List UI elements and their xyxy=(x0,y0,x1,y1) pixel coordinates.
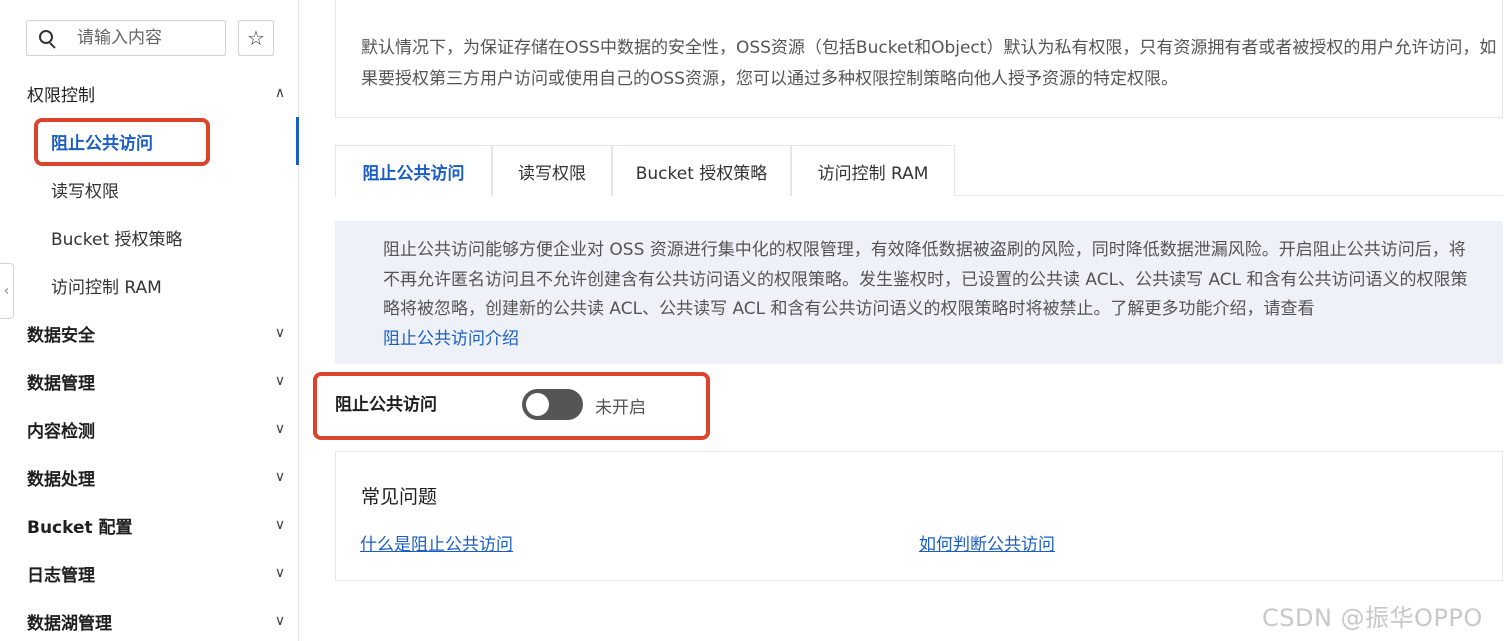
faq-link-what-is-block-public-access[interactable]: 什么是阻止公共访问 xyxy=(360,530,513,555)
chevron-down-icon: ∨ xyxy=(274,565,286,581)
chevron-left-icon: ‹ xyxy=(3,283,10,299)
tab-label: 访问控制 RAM xyxy=(817,163,929,184)
faq-link-how-to-judge-public-access[interactable]: 如何判断公共访问 xyxy=(919,530,1055,555)
tab-read-write-permission[interactable]: 读写权限 xyxy=(492,145,612,196)
nav-group-log-management[interactable]: 日志管理 ∨ xyxy=(27,553,287,593)
chevron-down-icon: ∨ xyxy=(274,373,286,389)
nav-group-data-management[interactable]: 数据管理 ∨ xyxy=(27,361,287,401)
nav-group-data-lake[interactable]: 数据湖管理 ∨ xyxy=(27,601,287,641)
nav-group-data-security[interactable]: 数据安全 ∨ xyxy=(27,313,287,353)
search-box[interactable] xyxy=(26,20,226,56)
main-content: 默认情况下，为保证存储在OSS中数据的安全性，OSS资源（包括Bucket和Ob… xyxy=(299,0,1508,641)
chevron-down-icon: ∨ xyxy=(274,517,286,533)
intro-text: 默认情况下，为保证存储在OSS中数据的安全性，OSS资源（包括Bucket和Ob… xyxy=(361,38,1497,89)
nav-group-label: 数据安全 xyxy=(27,325,95,346)
chevron-up-icon: ∧ xyxy=(274,85,286,101)
sidebar-item-block-public-access[interactable]: 阻止公共访问 xyxy=(51,121,153,161)
switch-state-text: 未开启 xyxy=(595,398,646,418)
nav-group-permission-control[interactable]: 权限控制 ∧ xyxy=(27,73,287,113)
sidebar-item-read-write-permission[interactable]: 读写权限 xyxy=(51,169,119,209)
info-text: 阻止公共访问能够方便企业对 OSS 资源进行集中化的权限管理，有效降低数据被盗刷… xyxy=(383,240,1468,319)
nav-group-label: 数据处理 xyxy=(27,469,95,490)
tab-label: 读写权限 xyxy=(518,163,586,184)
favorite-button[interactable]: ☆ xyxy=(238,20,274,56)
nav-group-label: 数据管理 xyxy=(27,373,95,394)
tab-block-public-access[interactable]: 阻止公共访问 xyxy=(335,145,492,197)
watermark: CSDN @振华OPPO xyxy=(1262,604,1483,632)
faq-card: 常见问题 什么是阻止公共访问 如何判断公共访问 xyxy=(335,451,1503,581)
sidebar-item-label: Bucket 授权策略 xyxy=(51,229,183,250)
tab-label: 阻止公共访问 xyxy=(362,164,465,184)
nav-group-label: 数据湖管理 xyxy=(27,613,112,634)
block-public-access-switch[interactable] xyxy=(522,389,583,420)
star-icon: ☆ xyxy=(247,26,265,50)
nav-group-label: 权限控制 xyxy=(27,85,95,106)
nav-group-label: Bucket 配置 xyxy=(27,517,133,538)
switch-knob xyxy=(526,393,549,416)
sidebar-item-label: 读写权限 xyxy=(51,181,119,202)
tab-bar: 阻止公共访问 读写权限 Bucket 授权策略 访问控制 RAM xyxy=(335,145,1503,197)
chevron-down-icon: ∨ xyxy=(274,613,286,629)
faq-title: 常见问题 xyxy=(361,486,438,508)
info-box: 阻止公共访问能够方便企业对 OSS 资源进行集中化的权限管理，有效降低数据被盗刷… xyxy=(335,221,1503,364)
intro-card: 默认情况下，为保证存储在OSS中数据的安全性，OSS资源（包括Bucket和Ob… xyxy=(335,0,1503,118)
nav-group-label: 内容检测 xyxy=(27,421,95,442)
search-icon xyxy=(39,30,57,49)
chevron-down-icon: ∨ xyxy=(274,469,286,485)
chevron-down-icon: ∨ xyxy=(274,421,286,437)
nav-group-content-detection[interactable]: 内容检测 ∨ xyxy=(27,409,287,449)
chevron-down-icon: ∨ xyxy=(274,325,286,341)
tab-ram[interactable]: 访问控制 RAM xyxy=(791,145,955,196)
nav-group-data-processing[interactable]: 数据处理 ∨ xyxy=(27,457,287,497)
sidebar-item-label: 访问控制 RAM xyxy=(51,277,162,298)
nav-group-label: 日志管理 xyxy=(27,565,95,586)
sidebar-item-label: 阻止公共访问 xyxy=(51,133,153,154)
sidebar-collapse-button[interactable]: ‹ xyxy=(0,263,14,319)
sidebar: ☆ 权限控制 ∧ 阻止公共访问 读写权限 Bucket 授权策略 访问控制 RA… xyxy=(0,0,298,641)
tab-bucket-policy[interactable]: Bucket 授权策略 xyxy=(612,145,791,196)
block-public-access-intro-link[interactable]: 阻止公共访问介绍 xyxy=(383,329,519,349)
sidebar-item-bucket-policy[interactable]: Bucket 授权策略 xyxy=(51,217,183,257)
sidebar-item-ram[interactable]: 访问控制 RAM xyxy=(51,265,162,305)
search-input[interactable] xyxy=(77,21,222,55)
nav-group-bucket-config[interactable]: Bucket 配置 ∨ xyxy=(27,505,287,545)
block-public-access-label: 阻止公共访问 xyxy=(335,395,437,415)
tab-label: Bucket 授权策略 xyxy=(635,163,768,184)
